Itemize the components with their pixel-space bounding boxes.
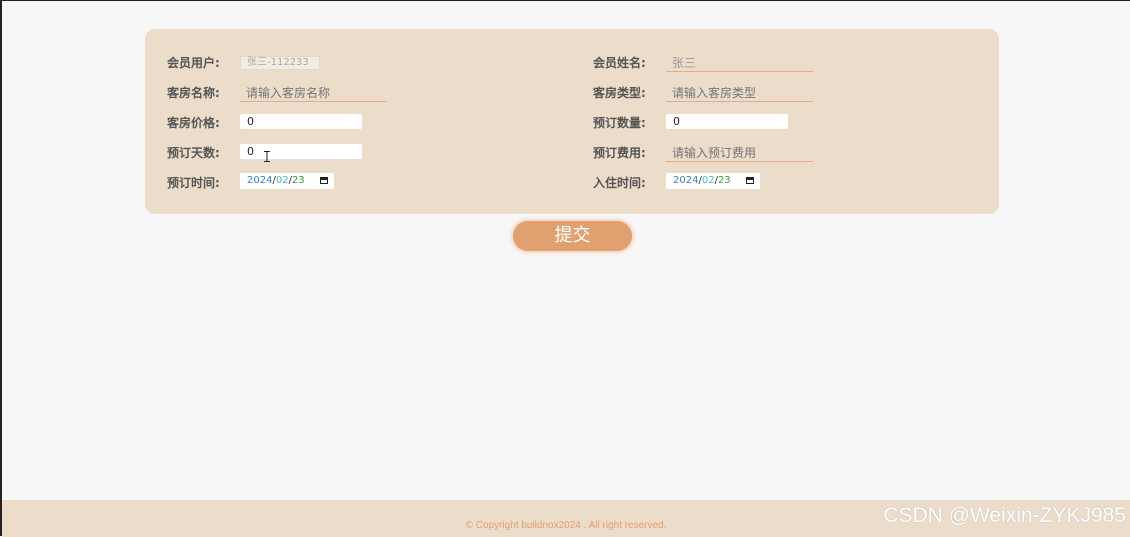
room-name-input[interactable] <box>240 84 387 102</box>
booking-time-date-input[interactable]: 2024/02/23 <box>240 173 334 189</box>
booking-day: 23 <box>291 175 305 186</box>
booking-time-label: 预订时间: <box>167 176 220 190</box>
checkin-day: 23 <box>717 175 731 186</box>
room-price-label: 客房价格: <box>167 116 220 130</box>
booking-month: 02 <box>275 175 289 186</box>
booking-quantity-label: 预订数量: <box>593 116 646 130</box>
checkin-month: 02 <box>701 175 715 186</box>
booking-fee-input[interactable] <box>666 144 813 162</box>
booking-days-label: 预订天数: <box>167 146 220 160</box>
room-price-input[interactable] <box>240 114 362 129</box>
room-name-label: 客房名称: <box>167 86 220 100</box>
booking-quantity-input[interactable] <box>666 114 788 129</box>
booking-days-input[interactable] <box>240 144 362 159</box>
room-type-label: 客房类型: <box>593 86 646 100</box>
room-type-input[interactable] <box>666 84 813 102</box>
text-cursor-icon <box>264 151 270 162</box>
submit-button[interactable]: 提交 <box>513 221 632 251</box>
booking-fee-label: 预订费用: <box>593 146 646 160</box>
member-name-field: 张三 <box>666 54 813 72</box>
calendar-icon[interactable] <box>746 177 754 184</box>
watermark: CSDN @Weixin-ZYKJ985 <box>883 504 1126 527</box>
checkin-year: 2024 <box>673 175 699 186</box>
checkin-time-label: 入住时间: <box>593 176 646 190</box>
member-user-label: 会员用户: <box>167 56 220 70</box>
booking-year: 2024 <box>247 175 273 186</box>
checkin-time-date-input[interactable]: 2024/02/23 <box>666 173 760 189</box>
member-name-label: 会员姓名: <box>593 56 646 70</box>
member-user-field: 张三-112233 <box>240 56 320 70</box>
calendar-icon[interactable] <box>320 177 328 184</box>
